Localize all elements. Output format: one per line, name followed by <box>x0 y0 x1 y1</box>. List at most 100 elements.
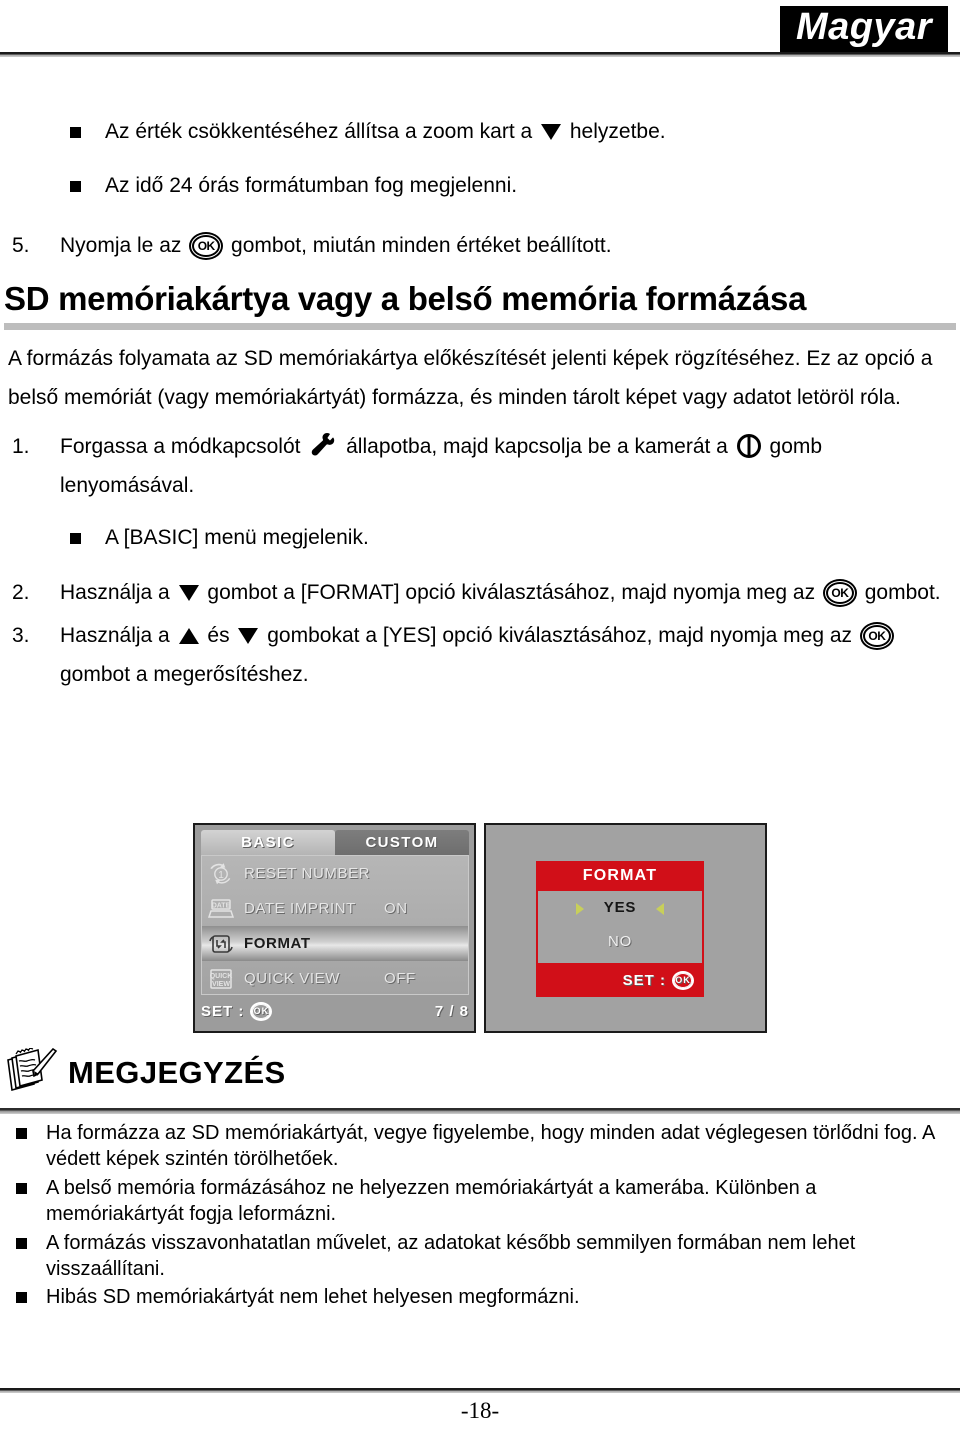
power-button-icon <box>736 434 761 459</box>
set-hint: SET : OK <box>622 970 694 990</box>
tab-basic[interactable]: BASIC <box>201 830 335 855</box>
step-2: 2. Használja a gombot a [FORMAT] opció k… <box>0 574 960 613</box>
camera-screenshots: BASIC CUSTOM 1 RESET NUMBER DATE DATE IM… <box>193 823 769 1035</box>
bullet-text: Az idő 24 órás formátumban fog megjelenn… <box>105 174 518 198</box>
note-text: Hibás SD memóriakártyát nem lehet helyes… <box>46 1286 580 1309</box>
menu-row-reset-number[interactable]: 1 RESET NUMBER <box>202 856 468 891</box>
step-text-part3: gombokat a [YES] opció kiválasztásához, … <box>261 624 858 648</box>
menu-footer: SET : OK 7 / 8 <box>201 999 469 1023</box>
step-text-after: gombot, miután minden értéket beállított… <box>225 233 612 257</box>
set-label: SET : <box>201 1002 245 1020</box>
dialog-option-no[interactable]: NO <box>538 925 702 959</box>
step-text-part4: gombot a megerősítéshez. <box>60 662 309 686</box>
dialog-footer: SET : OK <box>536 963 704 997</box>
menu-page-count: 7 / 8 <box>434 1002 469 1020</box>
menu-value: ON <box>384 900 408 917</box>
step-3: 3. Használja a és gombokat a [YES] opció… <box>0 617 960 695</box>
note-item: A belső memória formázásához ne helyezze… <box>0 1175 960 1228</box>
date-imprint-icon: DATE <box>207 898 235 918</box>
ok-button-icon: OK <box>822 579 857 608</box>
bullet-item: Az idő 24 órás formátumban fog megjelenn… <box>0 172 960 200</box>
ok-button-icon: OK <box>672 970 694 990</box>
step-number: 1. <box>12 435 30 459</box>
bullet-square-icon <box>16 1237 27 1249</box>
step-text-part2: gombot a [FORMAT] opció kiválasztásához,… <box>201 581 821 605</box>
bullet-square-icon <box>70 532 81 544</box>
bullet-square-icon <box>70 127 81 138</box>
step-text-part3: gombot. <box>858 581 941 605</box>
set-hint: SET : OK <box>201 1001 273 1021</box>
bullet-text-after: helyzetbe. <box>564 120 666 143</box>
svg-text:QUICK: QUICK <box>210 973 233 980</box>
menu-value: OFF <box>384 970 416 987</box>
dialog-body: YES NO <box>536 891 704 963</box>
note-list: Ha formázza az SD memóriakártyát, vegye … <box>0 1120 960 1313</box>
step-text-part1: Forgassa a módkapcsolót <box>60 435 307 459</box>
format-dialog: FORMAT YES NO SET : OK <box>536 861 704 997</box>
step-text-part1: Használja a <box>60 624 176 648</box>
ok-button-icon: OK <box>250 1001 273 1021</box>
note-divider <box>0 1108 960 1114</box>
svg-text:1: 1 <box>218 870 224 881</box>
note-text: Ha formázza az SD memóriakártyát, vegye … <box>46 1122 935 1171</box>
step-number: 2. <box>12 581 30 605</box>
tab-custom[interactable]: CUSTOM <box>335 830 469 855</box>
set-label: SET : <box>622 971 666 989</box>
bullet-text: A [BASIC] menü megjelenik. <box>105 525 369 549</box>
step-text-before: Nyomja le az <box>60 233 188 257</box>
menu-label: FORMAT <box>244 935 311 952</box>
bullet-square-icon <box>70 181 81 193</box>
right-arrow-icon <box>656 903 664 915</box>
dialog-title: FORMAT <box>536 861 704 891</box>
ok-button-icon: OK <box>859 622 894 651</box>
bullet-square-icon <box>16 1182 27 1194</box>
menu-label: DATE IMPRINT <box>244 900 356 917</box>
bullet-square-icon <box>16 1292 27 1304</box>
note-item: Ha formázza az SD memóriakártyát, vegye … <box>0 1120 960 1173</box>
section-title-underline <box>4 323 956 331</box>
quick-view-icon: QUICK VIEW <box>210 968 233 989</box>
svg-text:DATE: DATE <box>212 902 231 909</box>
note-item: Hibás SD memóriakártyát nem lehet helyes… <box>0 1284 960 1310</box>
dialog-option-yes[interactable]: YES <box>538 891 702 925</box>
format-icon <box>209 934 233 953</box>
step-number: 5. <box>12 233 30 257</box>
down-triangle-icon <box>238 628 259 645</box>
step-number: 3. <box>12 624 30 648</box>
menu-row-format[interactable]: FORMAT <box>202 926 468 961</box>
step-text-part1: Használja a <box>60 581 176 605</box>
step-text-part2: állapotba, majd kapcsolja be a kamerát a <box>340 435 734 459</box>
menu-label: QUICK VIEW <box>244 970 341 987</box>
down-triangle-icon <box>541 124 562 140</box>
bullet-item: Az érték csökkentéséhez állítsa a zoom k… <box>0 118 960 146</box>
down-triangle-icon <box>178 585 199 602</box>
menu-tabs: BASIC CUSTOM <box>201 830 469 855</box>
left-arrow-icon <box>576 903 584 915</box>
main-content: Az érték csökkentéséhez állítsa a zoom k… <box>0 70 960 699</box>
camera-format-dialog-screen: FORMAT YES NO SET : OK <box>484 823 767 1033</box>
menu-row-date-imprint[interactable]: DATE DATE IMPRINT ON <box>202 891 468 926</box>
section-paragraph: A formázás folyamata az SD memóriakártya… <box>8 347 933 410</box>
svg-text:VIEW: VIEW <box>212 981 230 988</box>
note-header: MEGJEGYZÉS <box>4 1044 504 1102</box>
menu-label: RESET NUMBER <box>244 865 371 882</box>
note-item: A formázás visszavonhatatlan művelet, az… <box>0 1230 960 1283</box>
note-title: MEGJEGYZÉS <box>68 1055 286 1090</box>
bullet-square-icon <box>16 1128 27 1139</box>
notepad-pencil-icon <box>7 1048 58 1092</box>
page-header: Magyar <box>0 0 960 70</box>
note-text: A belső memória formázásához ne helyezze… <box>46 1176 817 1226</box>
menu-row-quick-view[interactable]: QUICK VIEW QUICK VIEW OFF <box>202 961 468 996</box>
dialog-option-label: NO <box>607 933 633 950</box>
up-triangle-icon <box>178 628 199 645</box>
note-text: A formázás visszavonhatatlan művelet, az… <box>46 1231 856 1280</box>
step-text-part2: és <box>201 624 236 648</box>
language-badge: Magyar <box>779 6 948 54</box>
ok-button-icon: OK <box>189 231 224 260</box>
bullet-item: A [BASIC] menü megjelenik. <box>0 524 960 552</box>
step-5: 5. Nyomja le az OK gombot, miután minden… <box>0 227 960 266</box>
header-divider <box>0 52 960 57</box>
step-1: 1. Forgassa a módkapcsolót állapotba, ma… <box>0 428 960 506</box>
menu-list: 1 RESET NUMBER DATE DATE IMPRINT ON FORM… <box>201 855 469 995</box>
dialog-option-label: YES <box>603 899 637 916</box>
